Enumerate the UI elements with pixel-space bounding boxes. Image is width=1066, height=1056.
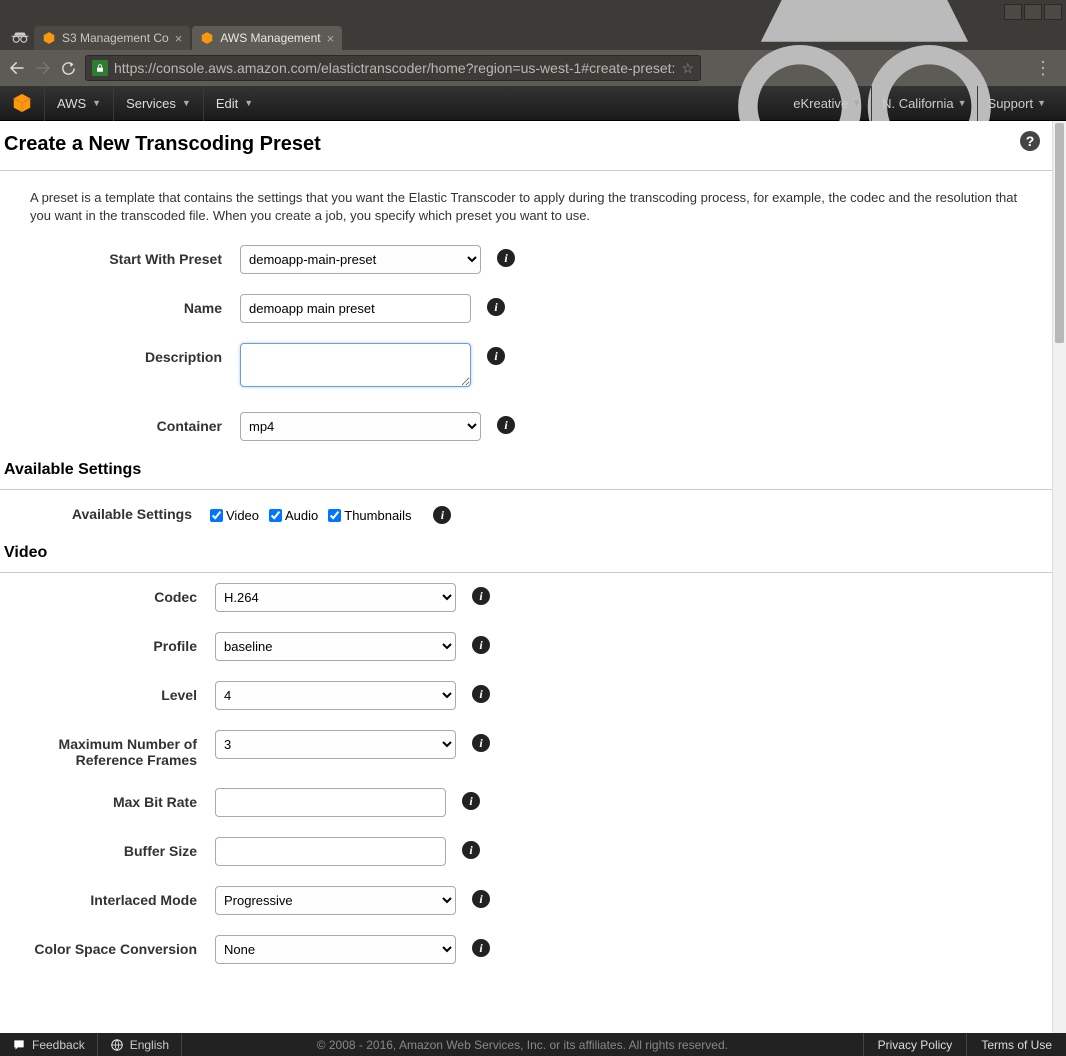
max-bit-rate-input[interactable] xyxy=(215,788,446,817)
tab-label: AWS Management xyxy=(220,31,320,45)
aws-support-dropdown[interactable]: Support▼ xyxy=(977,86,1056,121)
tab-s3-console[interactable]: S3 Management Co × xyxy=(34,26,190,50)
label-profile: Profile xyxy=(0,632,215,654)
terms-of-use-link[interactable]: Terms of Use xyxy=(966,1033,1066,1056)
label-max-ref-frames: Maximum Number of Reference Frames xyxy=(0,730,215,768)
url-bar[interactable]: https://console.aws.amazon.com/elastictr… xyxy=(85,55,701,81)
label-color-space-conv: Color Space Conversion xyxy=(0,935,215,957)
label-interlaced-mode: Interlaced Mode xyxy=(0,886,215,908)
aws-menu-aws[interactable]: AWS▼ xyxy=(44,86,113,121)
checkbox-video[interactable]: Video xyxy=(210,508,259,523)
aws-favicon-icon xyxy=(200,31,214,45)
tab-close-icon[interactable]: × xyxy=(327,31,335,46)
tab-label: S3 Management Co xyxy=(62,31,169,45)
label-level: Level xyxy=(0,681,215,703)
speech-bubble-icon xyxy=(12,1038,26,1052)
info-icon[interactable]: i xyxy=(462,841,480,859)
window-close-button[interactable] xyxy=(1044,4,1062,20)
info-icon[interactable]: i xyxy=(472,587,490,605)
codec-select[interactable]: H.264 xyxy=(215,583,456,612)
info-icon[interactable]: i xyxy=(497,416,515,434)
page-title: Create a New Transcoding Preset xyxy=(0,121,1052,171)
main-content: ? Create a New Transcoding Preset A pres… xyxy=(0,121,1052,1033)
description-textarea[interactable] xyxy=(240,343,471,387)
level-select[interactable]: 4 xyxy=(215,681,456,710)
feedback-button[interactable]: Feedback xyxy=(0,1033,98,1056)
info-icon[interactable]: i xyxy=(472,636,490,654)
label-start-with-preset: Start With Preset xyxy=(0,245,240,267)
start-with-preset-select[interactable]: demoapp-main-preset xyxy=(240,245,481,274)
aws-menu-services[interactable]: Services▼ xyxy=(113,86,203,121)
aws-menu-edit[interactable]: Edit▼ xyxy=(203,86,265,121)
name-input[interactable] xyxy=(240,294,471,323)
tab-close-icon[interactable]: × xyxy=(175,31,183,46)
label-name: Name xyxy=(0,294,240,316)
checkbox-thumbnails[interactable]: Thumbnails xyxy=(328,508,411,523)
buffer-size-input[interactable] xyxy=(215,837,446,866)
intro-text: A preset is a template that contains the… xyxy=(0,171,1052,235)
label-max-bit-rate: Max Bit Rate xyxy=(0,788,215,810)
info-icon[interactable]: i xyxy=(472,939,490,957)
checkbox-audio[interactable]: Audio xyxy=(269,508,318,523)
reload-button[interactable] xyxy=(60,60,77,77)
incognito-icon xyxy=(6,24,34,50)
help-icon[interactable]: ? xyxy=(1020,131,1040,151)
bookmark-star-icon[interactable]: ☆ xyxy=(681,60,694,77)
aws-navbar: AWS▼ Services▼ Edit▼ eKreative▼ N. Calif… xyxy=(0,86,1066,121)
label-buffer-size: Buffer Size xyxy=(0,837,215,859)
info-icon[interactable]: i xyxy=(472,734,490,752)
info-icon[interactable]: i xyxy=(472,685,490,703)
globe-icon xyxy=(110,1038,124,1052)
back-button[interactable] xyxy=(8,59,26,77)
info-icon[interactable]: i xyxy=(487,347,505,365)
aws-footer: Feedback English © 2008 - 2016, Amazon W… xyxy=(0,1033,1066,1056)
aws-account-dropdown[interactable]: eKreative▼ xyxy=(783,86,871,121)
privacy-policy-link[interactable]: Privacy Policy xyxy=(863,1033,967,1056)
section-available-settings: Available Settings xyxy=(0,451,1052,490)
url-text: https://console.aws.amazon.com/elastictr… xyxy=(114,60,675,76)
info-icon[interactable]: i xyxy=(433,506,451,524)
label-available-settings: Available Settings xyxy=(0,500,210,522)
aws-region-dropdown[interactable]: N. California▼ xyxy=(871,86,976,121)
tab-aws-console[interactable]: AWS Management × xyxy=(192,26,342,50)
interlaced-mode-select[interactable]: Progressive xyxy=(215,886,456,915)
forward-button[interactable] xyxy=(34,59,52,77)
chrome-menu-button[interactable]: ⋮ xyxy=(1028,58,1058,79)
copyright-text: © 2008 - 2016, Amazon Web Services, Inc.… xyxy=(182,1038,863,1052)
color-space-conv-select[interactable]: None xyxy=(215,935,456,964)
scrollbar-thumb[interactable] xyxy=(1055,123,1064,343)
label-container: Container xyxy=(0,412,240,434)
container-select[interactable]: mp4 xyxy=(240,412,481,441)
vertical-scrollbar[interactable] xyxy=(1052,121,1066,1033)
language-button[interactable]: English xyxy=(98,1033,182,1056)
info-icon[interactable]: i xyxy=(487,298,505,316)
label-codec: Codec xyxy=(0,583,215,605)
max-ref-frames-select[interactable]: 3 xyxy=(215,730,456,759)
info-icon[interactable]: i xyxy=(462,792,480,810)
profile-select[interactable]: baseline xyxy=(215,632,456,661)
window-maximize-button[interactable] xyxy=(1024,4,1042,20)
chrome-toolbar: https://console.aws.amazon.com/elastictr… xyxy=(0,50,1066,86)
aws-logo[interactable] xyxy=(0,92,44,114)
info-icon[interactable]: i xyxy=(472,890,490,908)
aws-favicon-icon xyxy=(42,31,56,45)
section-video: Video xyxy=(0,534,1052,573)
lock-icon xyxy=(92,60,108,76)
label-description: Description xyxy=(0,343,240,365)
info-icon[interactable]: i xyxy=(497,249,515,267)
